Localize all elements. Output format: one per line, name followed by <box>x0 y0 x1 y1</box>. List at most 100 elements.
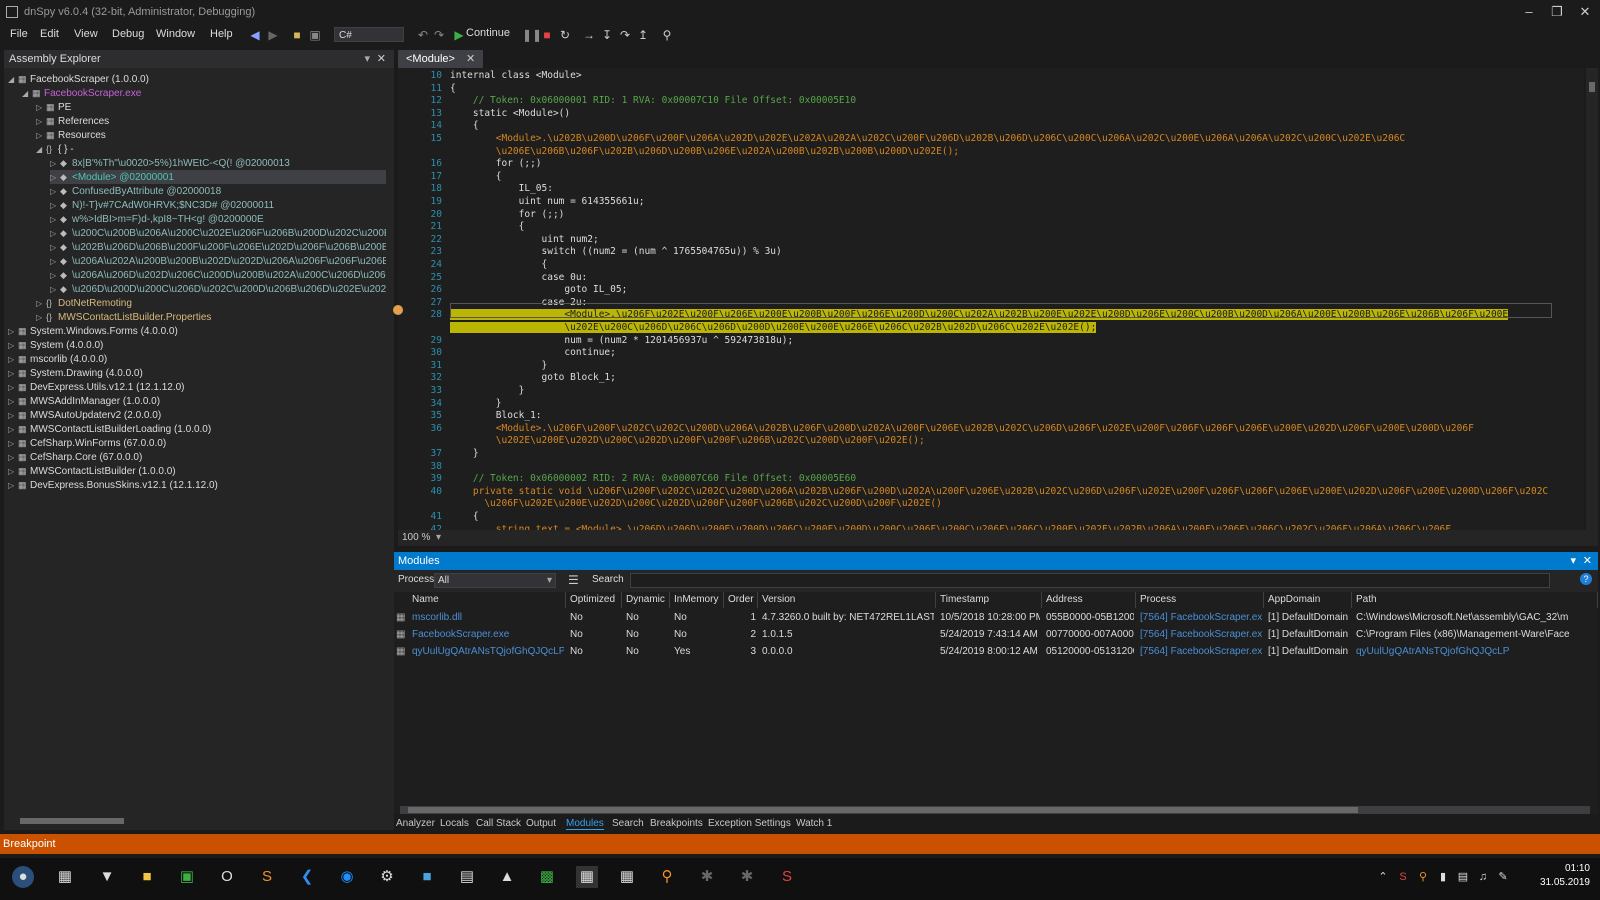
play-icon[interactable]: ▶ <box>452 28 466 42</box>
tab-exception-settings[interactable]: Exception Settings <box>708 818 791 829</box>
sublime-icon[interactable]: S <box>256 866 278 888</box>
tree-item[interactable]: ▷ ◆ \u206A\u206D\u202D\u206C\u200D\u200B\u… <box>50 268 386 282</box>
browser-icon[interactable]: ◉ <box>336 866 358 888</box>
tab-search[interactable]: Search <box>612 818 644 829</box>
notepad-icon[interactable]: ▣ <box>176 866 198 888</box>
clock[interactable]: 01:10 31.05.2019 <box>1540 862 1590 890</box>
expand-icon[interactable]: ▷ <box>50 255 60 268</box>
expand-icon[interactable]: ◢ <box>22 87 32 100</box>
tree-item[interactable]: ▷ ▦ CefSharp.WinForms (67.0.0.0) <box>8 436 386 450</box>
tab-locals[interactable]: Locals <box>440 818 469 829</box>
module-cell[interactable]: mscorlib.dll <box>412 610 564 626</box>
tree-item[interactable]: ◢ ▦ FacebookScraper (1.0.0.0) <box>8 72 386 86</box>
dnspy-icon[interactable]: ▦ <box>576 866 598 888</box>
menu-file[interactable]: File <box>10 28 28 40</box>
editor-vertical-scrollbar[interactable] <box>1586 68 1598 530</box>
tree-item[interactable]: ▷ ◆ \u206D\u200D\u200C\u206D\u202C\u200D\u… <box>50 282 386 296</box>
expand-icon[interactable]: ▷ <box>8 367 18 380</box>
tab-watch-1[interactable]: Watch 1 <box>796 818 832 829</box>
redo-icon[interactable]: ↷ <box>432 28 446 42</box>
module-cell[interactable]: FacebookScraper.exe <box>412 627 564 643</box>
tray-search-icon[interactable]: ⚲ <box>1412 866 1434 888</box>
tree-item[interactable]: ▷ ▦ MWSContactListBuilderLoading (1.0.0.0) <box>8 422 386 436</box>
bug-2-icon[interactable]: ✱ <box>736 866 758 888</box>
expand-icon[interactable]: ◢ <box>36 143 46 156</box>
help-icon[interactable]: ? <box>1580 573 1592 585</box>
tree-item[interactable]: ▷ ◆ ConfusedByAttribute @02000018 <box>50 184 386 198</box>
column-header[interactable]: Optimized <box>566 592 622 608</box>
save-icon[interactable]: ▣ <box>308 28 322 42</box>
modules-horizontal-scrollbar[interactable] <box>400 806 1590 814</box>
expand-icon[interactable]: ▷ <box>8 381 18 394</box>
column-header[interactable]: InMemory <box>670 592 724 608</box>
undo-icon[interactable]: ↶ <box>416 28 430 42</box>
column-header[interactable]: Dynamic <box>622 592 670 608</box>
expand-icon[interactable]: ▷ <box>50 199 60 212</box>
restart-icon[interactable]: ↻ <box>558 28 572 42</box>
tab-modules[interactable]: Modules <box>566 818 604 830</box>
tab-call-stack[interactable]: Call Stack <box>476 818 521 829</box>
tree-item[interactable]: ▷ ◆ <Module> @02000001 <box>50 170 386 184</box>
expand-icon[interactable]: ▷ <box>8 479 18 492</box>
file-explorer-icon[interactable]: ■ <box>136 866 158 888</box>
shield-icon[interactable]: ▲ <box>496 866 518 888</box>
step-out-icon[interactable]: ↥ <box>636 28 650 42</box>
sublime-red-icon[interactable]: S <box>776 866 798 888</box>
expand-icon[interactable]: ▷ <box>50 171 60 184</box>
language-select[interactable]: C# <box>334 27 404 42</box>
expand-icon[interactable]: ▷ <box>50 157 60 170</box>
search-icon[interactable]: ⚲ <box>660 28 674 42</box>
tree-item[interactable]: ▷ ▦ DevExpress.Utils.v12.1 (12.1.12.0) <box>8 380 386 394</box>
vscode-icon[interactable]: ❮ <box>296 866 318 888</box>
expand-icon[interactable]: ▷ <box>8 437 18 450</box>
column-header[interactable]: Order <box>724 592 758 608</box>
expand-icon[interactable]: ▷ <box>36 115 46 128</box>
back-icon[interactable]: ◀ <box>248 28 262 42</box>
tree-item[interactable]: ▷ ▦ System (4.0.0.0) <box>8 338 386 352</box>
tray-pen-icon[interactable]: ✎ <box>1492 866 1514 888</box>
tree-item[interactable]: ▷{} DotNetRemoting <box>36 296 386 310</box>
dnspy-2-icon[interactable]: ▦ <box>616 866 638 888</box>
tab-module[interactable]: <Module> ✕ <box>398 50 484 68</box>
expand-icon[interactable]: ▷ <box>8 395 18 408</box>
column-header[interactable]: Process <box>1136 592 1264 608</box>
column-header[interactable]: Address <box>1042 592 1136 608</box>
search-tool-icon[interactable]: ⚲ <box>656 866 678 888</box>
tree-item[interactable]: ▷ ▦ System.Windows.Forms (4.0.0.0) <box>8 324 386 338</box>
continue-button[interactable]: Continue <box>466 27 510 39</box>
menu-edit[interactable]: Edit <box>40 28 59 40</box>
expand-icon[interactable]: ▷ <box>36 129 46 142</box>
search-input[interactable] <box>630 573 1550 588</box>
step-over-icon[interactable]: ↷ <box>618 28 632 42</box>
close-icon[interactable]: ✕ <box>377 50 386 68</box>
tree-item[interactable]: ▷ ▦ mscorlib (4.0.0.0) <box>8 352 386 366</box>
menu-debug[interactable]: Debug <box>112 28 144 40</box>
expand-icon[interactable]: ▷ <box>8 465 18 478</box>
expand-icon[interactable]: ▷ <box>8 423 18 436</box>
expand-icon[interactable]: ▷ <box>50 269 60 282</box>
column-header[interactable]: Timestamp <box>936 592 1042 608</box>
open-icon[interactable]: ■ <box>290 28 304 42</box>
tree-item[interactable]: ▷ ◆ w%>IdBI>m=F)d-,kpI8~TH<g! @0200000E <box>50 212 386 226</box>
breakpoint-icon[interactable] <box>393 305 403 315</box>
tree-item[interactable]: ▷ ◆ \u200C\u200B\u206A\u200C\u202E\u206F\u… <box>50 226 386 240</box>
expand-icon[interactable]: ▷ <box>36 297 46 310</box>
tree-item[interactable]: ▷ ◆ 8x|B'%Th"\u0020>5%)1hWEtC-<Q(! @020000… <box>50 156 386 170</box>
modules-close-icon[interactable]: ✕ <box>1583 552 1592 570</box>
tree-item[interactable]: ▷ ▦ References <box>36 114 386 128</box>
close-button[interactable]: ✕ <box>1572 2 1598 22</box>
expand-icon[interactable]: ▷ <box>8 353 18 366</box>
code-editor[interactable]: 10 internal class <Module> 11 {12 // Token:… <box>398 68 1584 530</box>
pause-icon[interactable]: ❚❚ <box>522 28 542 42</box>
module-cell[interactable]: qyUulUgQAtrANsTQjofGhQJQcLP <box>412 644 564 660</box>
expand-icon[interactable]: ▷ <box>8 451 18 464</box>
expand-icon[interactable]: ▷ <box>50 241 60 254</box>
steam-icon[interactable]: ● <box>12 866 34 888</box>
modules-dropdown-icon[interactable]: ▾ <box>1570 552 1576 570</box>
zoom-dropdown-icon[interactable]: ▾ <box>436 532 441 543</box>
expand-icon[interactable]: ▷ <box>8 325 18 338</box>
tree-item[interactable]: ▷{} MWSContactListBuilder.Properties <box>36 310 386 324</box>
vivaldi-icon[interactable]: ▼ <box>96 866 118 888</box>
settings-icon[interactable]: ⚙ <box>376 866 398 888</box>
tree-item[interactable]: ◢ ▦ FacebookScraper.exe <box>22 86 386 100</box>
